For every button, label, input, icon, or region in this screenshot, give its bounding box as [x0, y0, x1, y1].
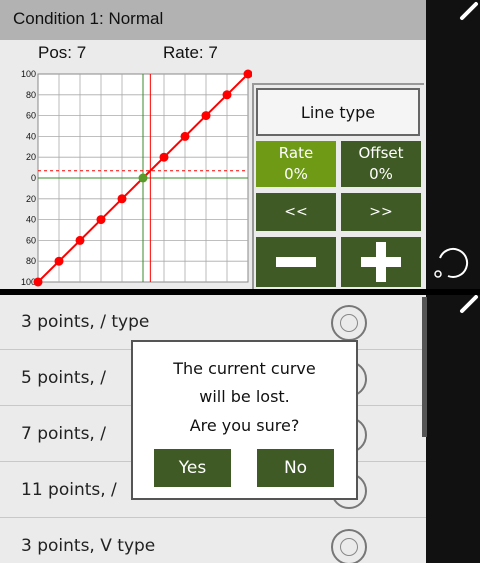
minus-icon: [276, 257, 316, 267]
rate-label: Rate: [278, 144, 314, 162]
side-bar-bottom-icons: [460, 295, 478, 313]
curve-point[interactable]: [54, 256, 64, 266]
no-button[interactable]: No: [257, 449, 334, 487]
curve-chart[interactable]: 10080604020020406080100: [0, 62, 252, 288]
y-tick-label: 60: [26, 111, 36, 121]
line-type-label: Line type: [300, 102, 376, 122]
scrollbar[interactable]: [422, 297, 427, 437]
back-arrow-icon[interactable]: [460, 2, 478, 20]
list-item-label: 7 points, /: [21, 424, 106, 444]
curve-point[interactable]: [180, 131, 190, 141]
list-item-label: 3 points, V type: [21, 536, 156, 556]
y-tick-label: 20: [26, 194, 36, 204]
curve-point[interactable]: [222, 90, 232, 100]
offset-button[interactable]: Offset 0%: [341, 141, 421, 187]
curve-point[interactable]: [96, 215, 106, 225]
list-item-label: 3 points, / type: [21, 312, 150, 332]
next-point-button[interactable]: >>: [341, 193, 421, 231]
plus-icon: [361, 242, 401, 282]
offset-label: Offset: [358, 144, 404, 162]
y-tick-label: 100: [21, 69, 36, 79]
no-label: No: [283, 458, 308, 478]
side-bar-top-icons: [434, 2, 478, 278]
next-label: >>: [369, 204, 393, 220]
y-tick-label: 80: [26, 256, 36, 266]
condition-title: Condition 1: Normal: [13, 9, 164, 28]
y-tick-label: 60: [26, 235, 36, 245]
curve-point[interactable]: [159, 152, 169, 162]
chart-grid: [0, 62, 252, 288]
line-type-button[interactable]: Line type: [256, 88, 420, 136]
side-bar-top: [426, 0, 480, 289]
curve-point[interactable]: [117, 194, 127, 204]
curve-point[interactable]: [33, 277, 43, 287]
rate-button[interactable]: Rate 0%: [256, 141, 336, 187]
back-arrow-icon[interactable]: [460, 295, 478, 313]
radio-button[interactable]: [331, 529, 367, 563]
curve-point[interactable]: [201, 111, 211, 121]
pos-readout: Pos: 7: [38, 43, 87, 62]
yes-label: Yes: [178, 458, 207, 478]
title-bar: Condition 1: Normal: [0, 0, 426, 40]
prev-label: <<: [284, 204, 308, 220]
increase-button[interactable]: [341, 237, 421, 287]
dialog-message-line-3: Are you sure?: [189, 416, 300, 435]
rotate-icon[interactable]: [434, 248, 469, 278]
rate-readout: Rate: 7: [163, 43, 218, 62]
list-item-label: 11 points, /: [21, 480, 117, 500]
y-tick-label: 40: [26, 215, 36, 225]
y-tick-label: 20: [26, 152, 36, 162]
y-tick-label: 0: [31, 173, 36, 183]
selected-point[interactable]: [138, 173, 148, 183]
prev-point-button[interactable]: <<: [256, 193, 336, 231]
list-item-label: 5 points, /: [21, 368, 106, 388]
curve-editor-screen: Condition 1: Normal Pos: 7 Rate: 7 100 80…: [0, 0, 426, 289]
yes-button[interactable]: Yes: [154, 449, 231, 487]
confirm-dialog: The current curve will be lost. Are you …: [131, 340, 358, 500]
list-item[interactable]: 3 points, V type: [0, 519, 426, 563]
offset-value: 0%: [369, 165, 393, 183]
curve-point[interactable]: [75, 235, 85, 245]
y-tick-label: 80: [26, 90, 36, 100]
dialog-message-line-1: The current curve: [173, 359, 316, 378]
side-bar-bottom: [422, 295, 480, 563]
decrease-button[interactable]: [256, 237, 336, 287]
y-tick-label: 40: [26, 131, 36, 141]
radio-button[interactable]: [331, 305, 367, 341]
rate-value: 0%: [284, 165, 308, 183]
dialog-message-line-2: will be lost.: [199, 387, 290, 406]
